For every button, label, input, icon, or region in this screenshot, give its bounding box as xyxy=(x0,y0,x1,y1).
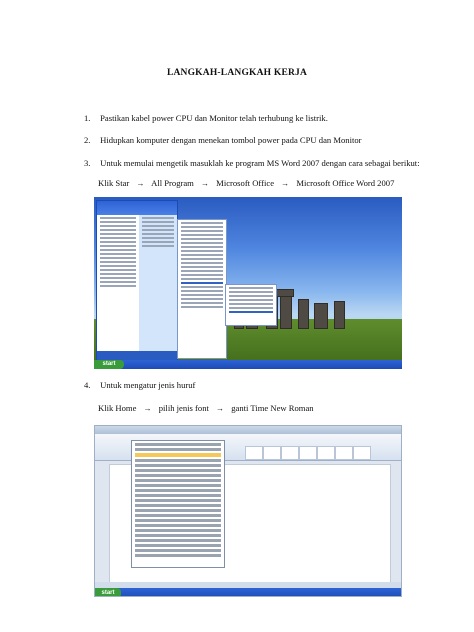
window-titlebar xyxy=(95,426,401,434)
step-number: 1. xyxy=(84,113,91,123)
stone xyxy=(280,293,292,329)
arrow-right-icon: → xyxy=(143,404,152,413)
menu-path-2: Klik Home → pilih jenis font → ganti Tim… xyxy=(98,403,314,413)
path-step: Klik Star xyxy=(98,178,130,188)
path-step: pilih jenis font xyxy=(158,403,209,413)
step-2: 2. Hidupkan komputer dengan menekan tomb… xyxy=(84,135,362,145)
path-step: Klik Home xyxy=(98,403,137,413)
step-1: 1. Pastikan kabel power CPU dan Monitor … xyxy=(84,113,328,123)
style-swatch xyxy=(263,446,281,460)
arrow-right-icon: → xyxy=(136,179,145,188)
step-number: 3. xyxy=(84,158,91,168)
highlighted-menu-item xyxy=(181,282,223,284)
stone xyxy=(314,303,328,329)
style-swatch xyxy=(353,446,371,460)
style-swatch xyxy=(281,446,299,460)
page-title: LANGKAH-LANGKAH KERJA xyxy=(166,68,308,78)
style-swatch xyxy=(245,446,263,460)
step-text: Untuk mengatur jenis huruf xyxy=(100,380,196,390)
step-4: 4. Untuk mengatur jenis huruf xyxy=(84,380,195,390)
taskbar xyxy=(95,588,401,596)
path-step: All Program xyxy=(151,178,194,188)
step-3: 3. Untuk memulai mengetik masuklah ke pr… xyxy=(84,158,420,168)
screenshot-word-font-list: start xyxy=(94,425,402,597)
all-programs-menu xyxy=(177,219,227,359)
path-step: Microsoft Office Word 2007 xyxy=(296,178,395,188)
start-menu xyxy=(96,200,178,362)
start-menu-pinned xyxy=(97,215,139,361)
start-menu-header xyxy=(97,201,177,215)
screenshot-start-menu: start xyxy=(94,197,402,369)
style-swatch xyxy=(299,446,317,460)
style-swatch xyxy=(317,446,335,460)
taskbar xyxy=(94,360,402,369)
style-swatch xyxy=(335,446,353,460)
selected-font-item xyxy=(135,453,221,457)
path-step: ganti Time New Roman xyxy=(231,403,314,413)
highlighted-menu-item xyxy=(229,311,273,313)
step-text: Hidupkan komputer dengan menekan tombol … xyxy=(100,135,362,145)
stone xyxy=(298,299,309,329)
arrow-right-icon: → xyxy=(281,179,290,188)
step-text: Untuk memulai mengetik masuklah ke progr… xyxy=(100,158,420,168)
stone xyxy=(334,301,345,329)
step-number: 2. xyxy=(84,135,91,145)
start-button: start xyxy=(94,360,124,369)
path-step: Microsoft Office xyxy=(216,178,275,188)
menu-path-1: Klik Star → All Program → Microsoft Offi… xyxy=(98,178,394,188)
step-number: 4. xyxy=(84,380,91,390)
office-submenu xyxy=(225,284,277,326)
font-dropdown-list xyxy=(131,440,225,568)
arrow-right-icon: → xyxy=(201,179,210,188)
start-button: start xyxy=(95,588,121,596)
step-text: Pastikan kabel power CPU dan Monitor tel… xyxy=(100,113,328,123)
start-menu-places xyxy=(139,215,177,361)
arrow-right-icon: → xyxy=(216,404,225,413)
